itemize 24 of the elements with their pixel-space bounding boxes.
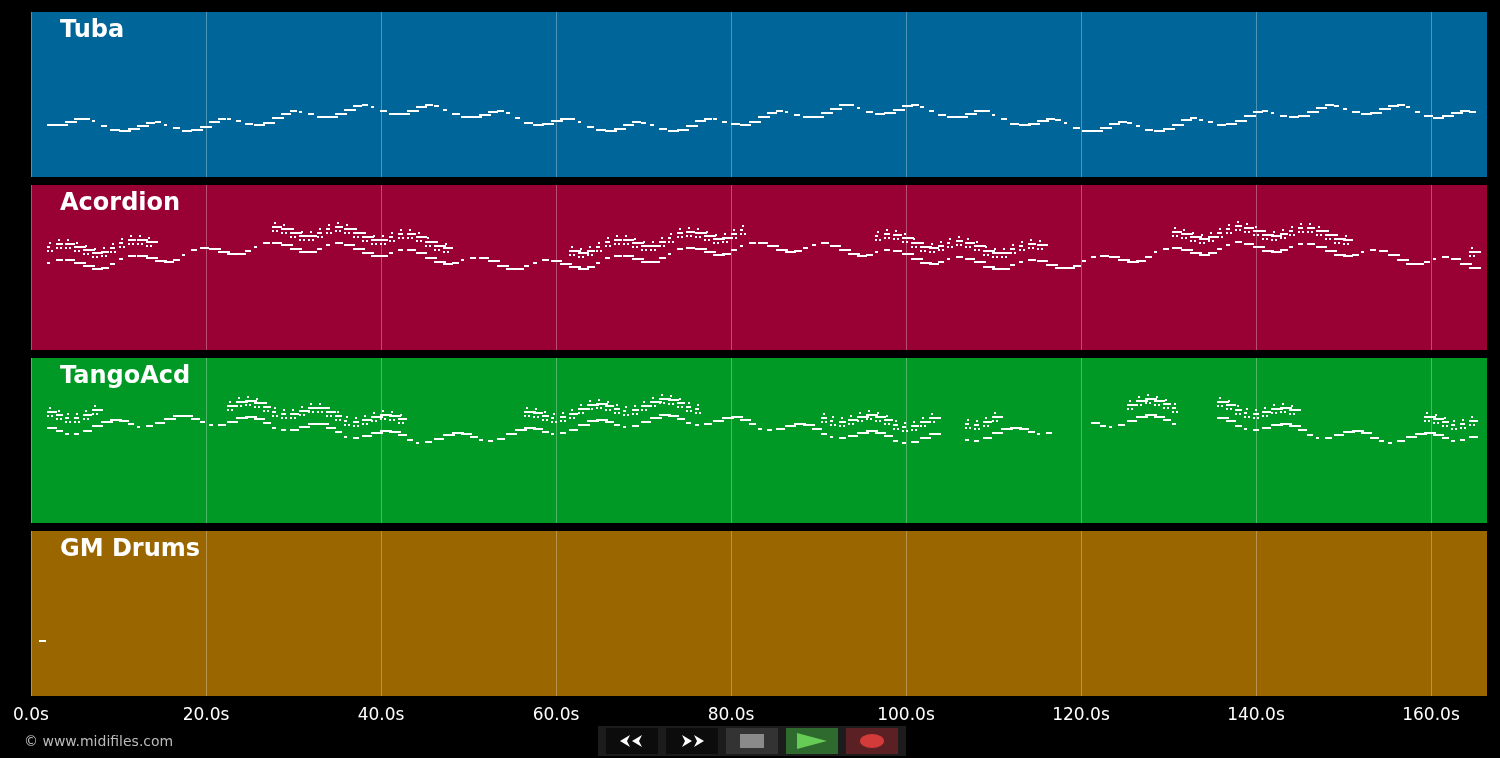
time-label: 120.0s — [1052, 704, 1110, 724]
play-button[interactable] — [786, 728, 838, 754]
track-name: GM Drums — [60, 534, 201, 562]
time-label: 40.0s — [357, 704, 405, 724]
stop-icon — [740, 734, 764, 748]
play-icon — [797, 733, 827, 749]
forward-button[interactable] — [666, 728, 718, 754]
time-label: 80.0s — [707, 704, 755, 724]
time-label: 140.0s — [1227, 704, 1285, 724]
record-icon — [860, 734, 884, 748]
time-label: 60.0s — [532, 704, 580, 724]
track-name: Acordion — [60, 188, 181, 216]
record-button[interactable] — [846, 728, 898, 754]
rewind-icon — [620, 735, 642, 747]
copyright-text: © www.midifiles.com — [24, 733, 175, 749]
track-name: TangoAcd — [60, 361, 191, 389]
time-label: 20.0s — [182, 704, 230, 724]
time-label: 100.0s — [877, 704, 935, 724]
time-label: 0.0s — [13, 704, 49, 724]
track-name: Tuba — [60, 15, 125, 43]
stop-button[interactable] — [726, 728, 778, 754]
rewind-button[interactable] — [606, 728, 658, 754]
fast-forward-icon — [682, 735, 704, 747]
time-label: 160.0s — [1402, 704, 1460, 724]
